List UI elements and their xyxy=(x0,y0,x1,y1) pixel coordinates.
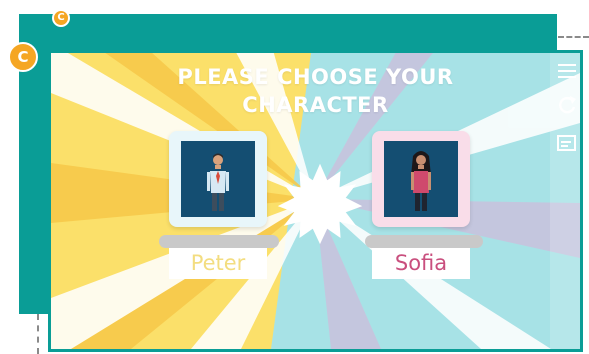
side-toolbar xyxy=(550,53,580,349)
sofia-pedestal xyxy=(365,235,483,248)
peter-name-button[interactable]: Peter xyxy=(169,248,267,279)
subtitles-icon[interactable] xyxy=(556,133,578,155)
screen-title: PLEASE CHOOSE YOUR CHARACTER xyxy=(177,65,454,117)
peter-portrait xyxy=(181,141,255,217)
coin-icon[interactable]: C xyxy=(52,9,70,27)
coin-symbol: C xyxy=(57,12,65,23)
character-select-scene: PLEASE CHOOSE YOUR CHARACTER Peter Sofia xyxy=(51,53,580,349)
game-window: PLEASE CHOOSE YOUR CHARACTER Peter Sofia xyxy=(48,50,583,352)
burst-icon xyxy=(277,163,363,245)
peter-card[interactable] xyxy=(169,131,267,227)
sofia-portrait xyxy=(384,141,458,217)
menu-icon[interactable] xyxy=(556,60,578,82)
coin-icon[interactable]: C xyxy=(8,42,38,72)
sofia-card[interactable] xyxy=(372,131,470,227)
peter-pedestal xyxy=(159,235,279,248)
coin-symbol: C xyxy=(17,48,29,66)
restart-icon[interactable] xyxy=(556,95,578,117)
sofia-name-button[interactable]: Sofia xyxy=(372,248,470,279)
sofia-avatar-icon xyxy=(411,151,431,211)
dashed-guide-left xyxy=(37,314,39,354)
peter-avatar-icon xyxy=(207,153,229,211)
dashed-guide-right xyxy=(558,36,589,38)
